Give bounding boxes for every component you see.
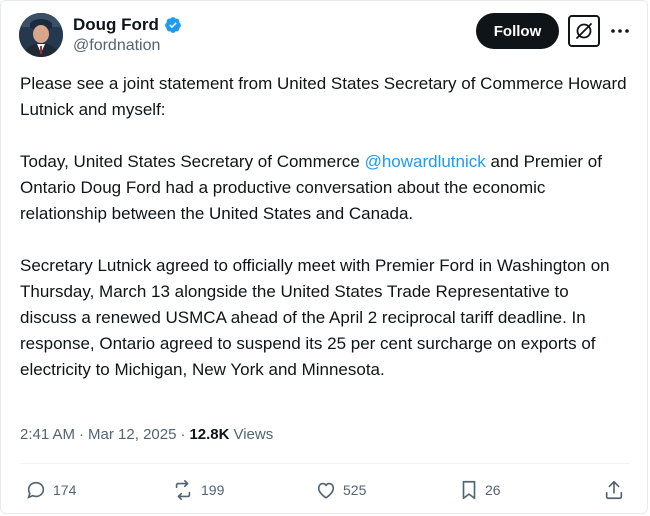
mention-link[interactable]: @howardlutnick	[365, 152, 486, 171]
more-options-button[interactable]	[608, 19, 632, 43]
post-text: Please see a joint statement from United…	[20, 71, 630, 409]
grok-icon	[576, 23, 592, 39]
post-date[interactable]: Mar 12, 2025	[88, 426, 176, 443]
post-meta: 2:41 AM · Mar 12, 2025 · 12.8K Views	[20, 426, 273, 443]
heart-icon	[317, 482, 335, 499]
bookmark-count: 26	[485, 482, 501, 498]
post-time[interactable]: 2:41 AM	[20, 426, 75, 443]
post-paragraph-intro: Please see a joint statement from United…	[20, 74, 627, 119]
divider	[20, 463, 630, 464]
follow-button[interactable]: Follow	[476, 13, 559, 49]
post-text-segment: Today, United States Secretary of Commer…	[20, 152, 365, 171]
author-display-name[interactable]: Doug Ford	[73, 15, 159, 35]
repost-button[interactable]: 199	[171, 479, 224, 501]
bookmark-button[interactable]: 26	[459, 479, 501, 501]
author-name-row: Doug Ford	[73, 15, 182, 35]
views-count: 12.8K	[189, 426, 230, 443]
share-icon	[605, 480, 623, 500]
author-handle[interactable]: @fordnation	[73, 37, 160, 55]
reply-button[interactable]: 174	[25, 479, 76, 501]
reply-count: 174	[53, 482, 77, 498]
verified-badge-icon	[165, 17, 181, 33]
repost-count: 199	[201, 482, 225, 498]
more-icon	[611, 29, 629, 33]
tweet-card: Doug Ford @fordnation Follow Please see …	[0, 0, 648, 514]
reply-icon	[27, 481, 45, 499]
meta-separator: ·	[180, 426, 186, 443]
avatar[interactable]	[19, 13, 63, 57]
avatar-image	[19, 13, 63, 57]
grok-button[interactable]	[568, 15, 600, 47]
repost-icon	[175, 480, 191, 500]
like-count: 525	[343, 482, 367, 498]
share-button[interactable]	[603, 479, 625, 501]
post-paragraph-agreement: Secretary Lutnick agreed to officially m…	[20, 256, 610, 379]
like-button[interactable]: 525	[315, 479, 366, 501]
views-label: Views	[233, 426, 274, 443]
post-paragraph-conversation: Today, United States Secretary of Commer…	[20, 149, 630, 227]
bookmark-icon	[462, 480, 476, 500]
meta-separator: ·	[79, 426, 85, 443]
